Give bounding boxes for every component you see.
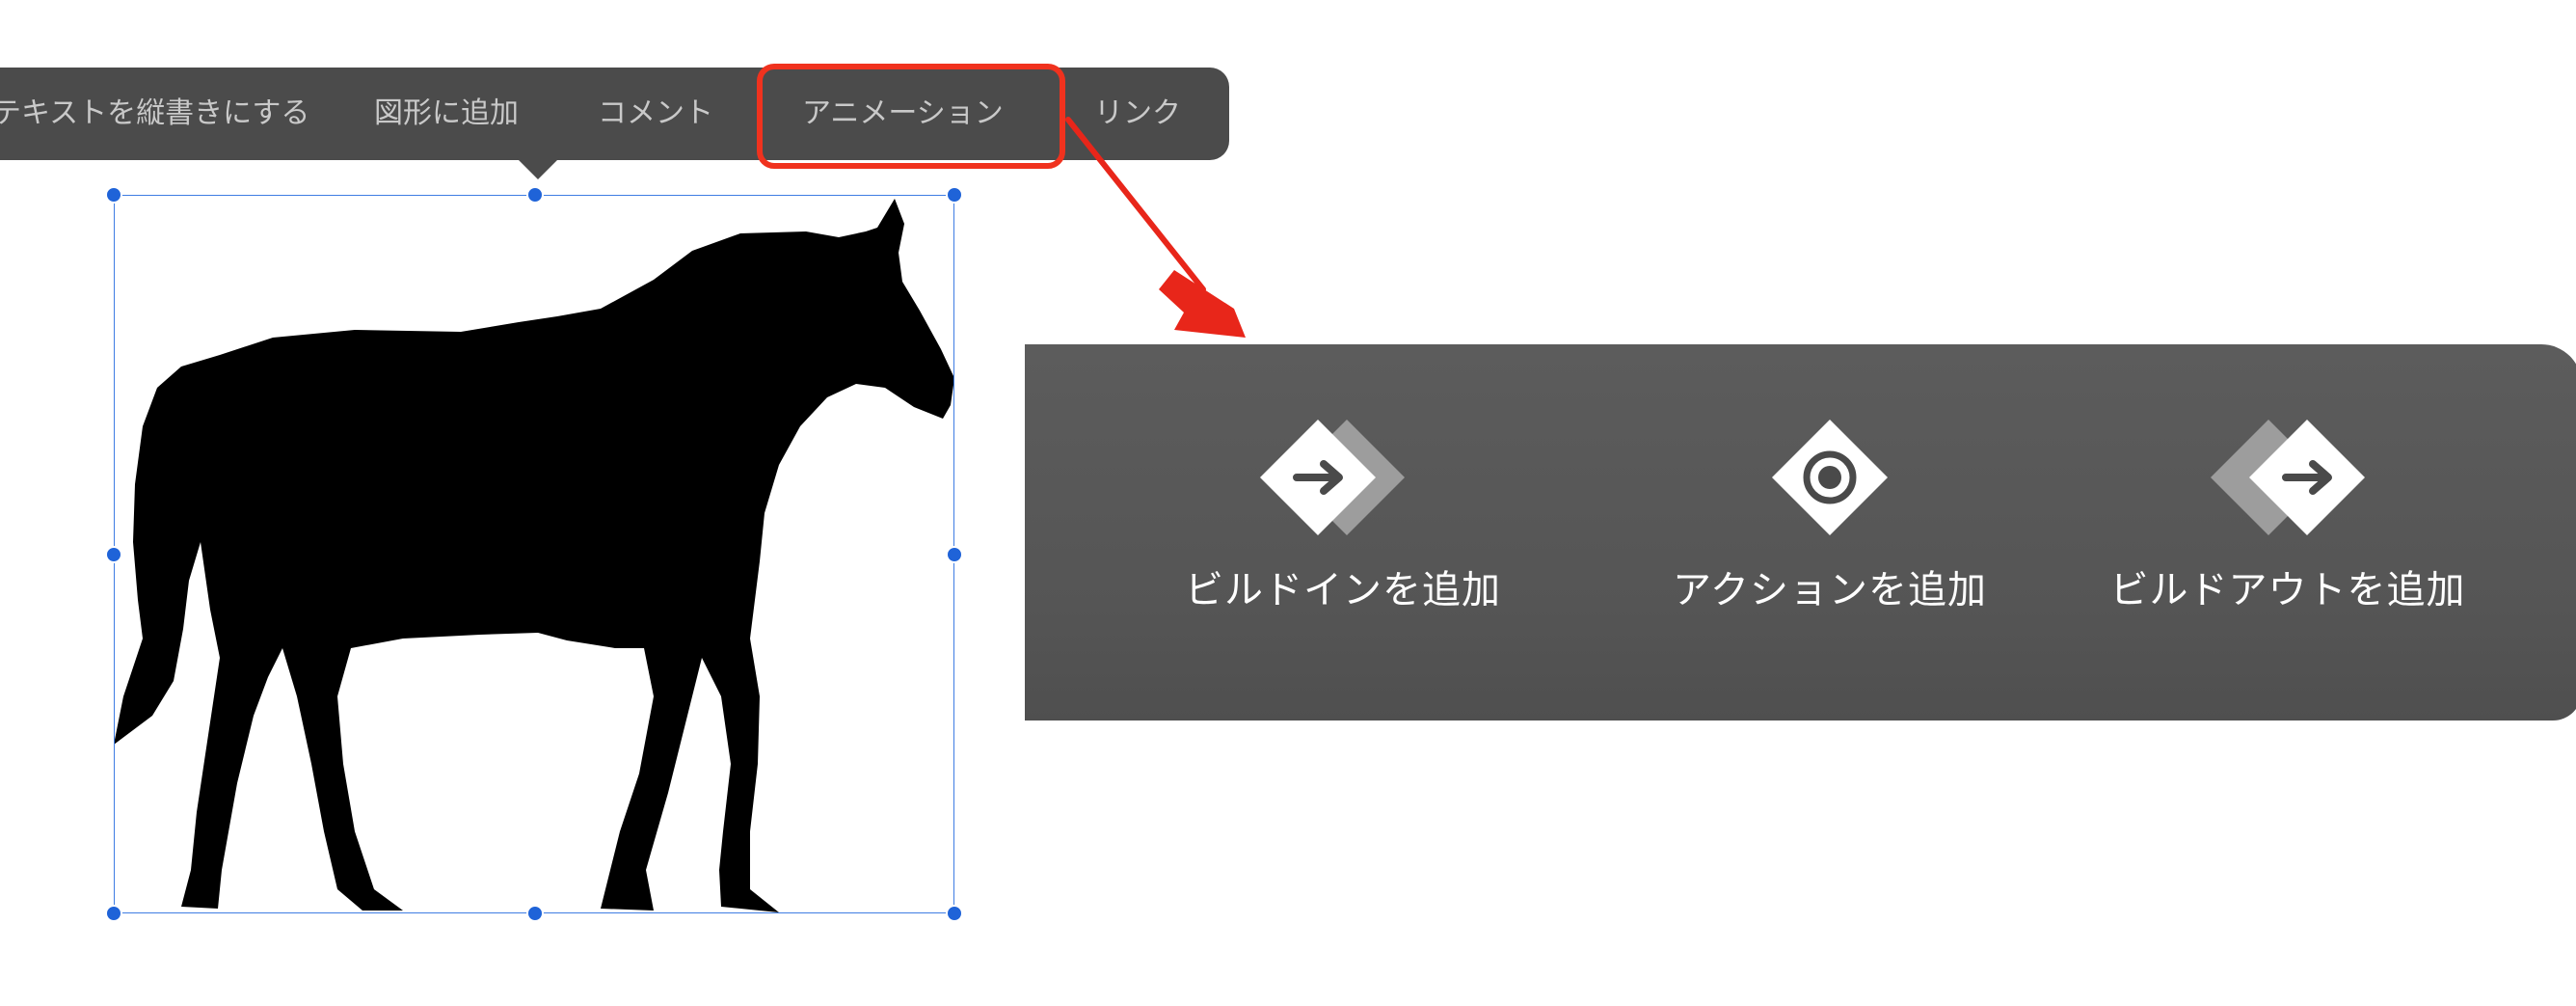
resize-handle-top[interactable] <box>526 186 544 204</box>
animation-panel: ビルドインを追加 アクションを追加 ビルドアウトを追加 <box>1025 344 2576 721</box>
add-build-in-label: ビルドインを追加 <box>1185 568 1501 612</box>
action-icon <box>1772 420 1888 535</box>
resize-handle-bottom[interactable] <box>526 905 544 922</box>
add-build-out-label: ビルドアウトを追加 <box>2109 568 2466 612</box>
resize-handle-bottom-left[interactable] <box>105 905 122 922</box>
resize-handle-top-right[interactable] <box>946 186 963 204</box>
resize-handle-top-left[interactable] <box>105 186 122 204</box>
add-action-button[interactable]: アクションを追加 <box>1618 344 2042 721</box>
build-out-icon <box>2211 420 2365 535</box>
resize-handle-right[interactable] <box>946 546 963 563</box>
resize-handle-bottom-right[interactable] <box>946 905 963 922</box>
build-in-icon <box>1260 420 1405 535</box>
add-build-out-button[interactable]: ビルドアウトを追加 <box>2076 344 2500 721</box>
selection-frame <box>114 195 954 913</box>
resize-handle-left[interactable] <box>105 546 122 563</box>
add-action-label: アクションを追加 <box>1673 568 1987 612</box>
add-build-in-button[interactable]: ビルドインを追加 <box>1131 344 1555 721</box>
